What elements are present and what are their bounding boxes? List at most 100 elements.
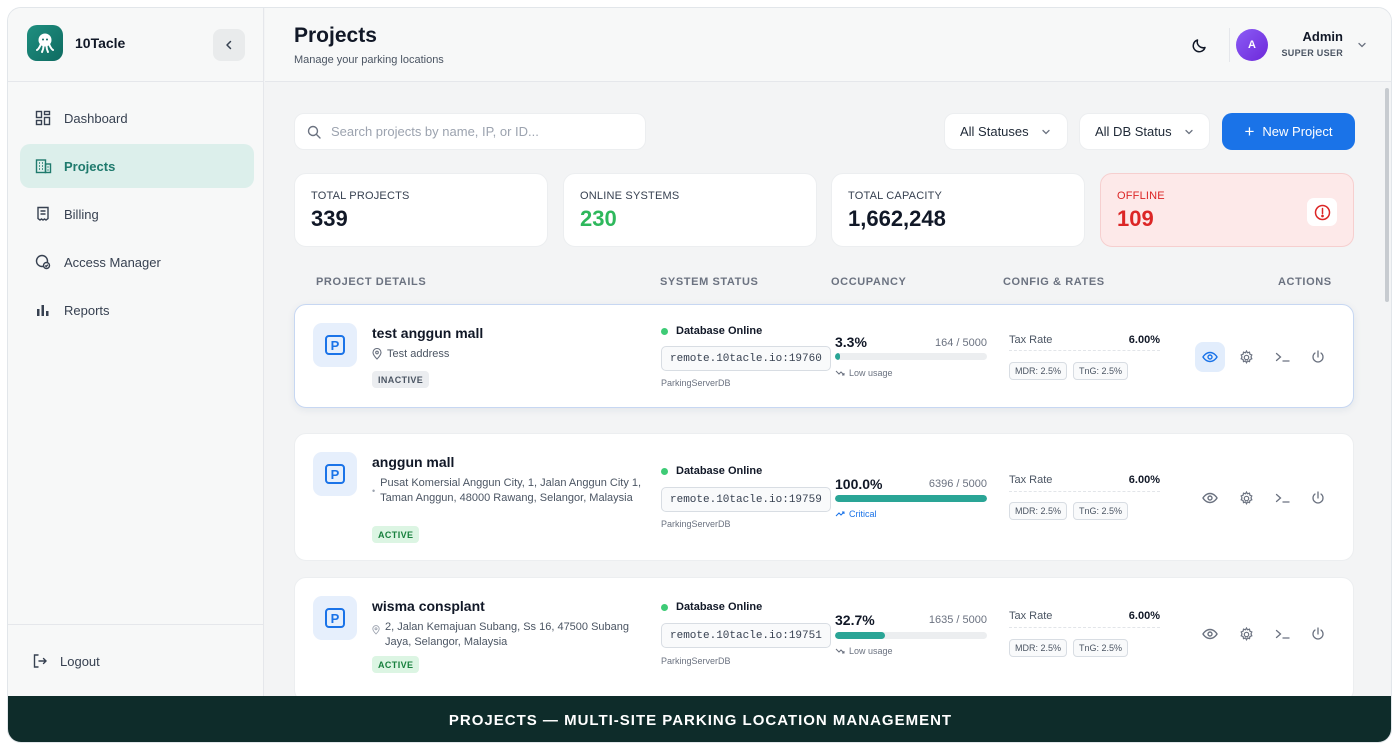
new-project-button[interactable]: + New Project <box>1222 113 1355 150</box>
user-name[interactable]: Admin <box>1303 29 1343 44</box>
occupancy-bar <box>835 495 987 502</box>
power-button[interactable] <box>1303 619 1333 649</box>
sidebar-item-dashboard[interactable]: Dashboard <box>20 96 254 140</box>
brand-name: 10Tacle <box>75 35 126 51</box>
status-filter-select[interactable]: All Statuses <box>944 113 1068 150</box>
db-endpoint: remote.10tacle.io:19760 <box>661 346 831 371</box>
occupancy-percent: 32.7% <box>835 612 875 628</box>
stat-value: 230 <box>580 206 617 231</box>
chevron-down-icon <box>1041 127 1051 137</box>
collapse-sidebar-button[interactable] <box>213 29 245 61</box>
db-endpoint: remote.10tacle.io:19751 <box>661 623 831 648</box>
online-dot <box>661 603 668 611</box>
main-content: All Statuses All DB Status + New Project… <box>265 83 1391 696</box>
db-name: ParkingServerDB <box>661 656 731 666</box>
gear-icon <box>1239 626 1253 641</box>
stat-label: TOTAL PROJECTS <box>311 190 410 202</box>
tax-rate: 6.00% <box>1128 334 1160 346</box>
sidebar-item-billing[interactable]: Billing <box>20 192 254 236</box>
sidebar-item-label: Reports <box>64 302 110 318</box>
sidebar-item-label: Billing <box>64 206 99 222</box>
project-card[interactable]: P anggun mall • Pusat Komersial Anggun C… <box>294 433 1354 561</box>
usage-note: Low usage <box>835 368 893 378</box>
project-name: anggun mall <box>372 454 455 470</box>
power-button[interactable] <box>1303 342 1333 372</box>
occupancy-count: 1635 / 5000 <box>928 614 987 626</box>
tax-divider <box>1009 350 1160 351</box>
terminal-button[interactable] <box>1267 483 1297 513</box>
db-status: Database Online <box>661 465 762 477</box>
sidebar-item-access-manager[interactable]: Access Manager <box>20 240 254 284</box>
scrollbar[interactable] <box>1385 88 1389 302</box>
new-project-label: New Project <box>1262 124 1333 139</box>
sidebar-item-label: Access Manager <box>64 254 161 270</box>
column-header-details: PROJECT DETAILS <box>316 276 427 288</box>
db-status: Database Online <box>661 325 762 337</box>
plus-icon: + <box>1244 122 1255 141</box>
page-title: Projects <box>294 24 377 47</box>
octopus-logo-icon <box>27 25 63 61</box>
terminal-button[interactable] <box>1267 342 1297 372</box>
sidebar-item-label: Projects <box>64 158 116 174</box>
chevron-left-icon <box>226 40 232 50</box>
occupancy-count: 6396 / 5000 <box>928 478 987 490</box>
chevron-down-icon[interactable] <box>1357 40 1367 50</box>
project-address: Test address <box>372 347 642 362</box>
project-card[interactable]: P wisma consplant 2, Jalan Kemajuan Suba… <box>294 577 1354 696</box>
settings-button[interactable] <box>1231 483 1261 513</box>
occupancy-bar-fill <box>835 632 885 639</box>
parking-icon: P <box>313 323 357 367</box>
project-address: • Pusat Komersial Anggun City, 1, Jalan … <box>372 477 642 504</box>
tax-rate: 6.00% <box>1128 610 1160 622</box>
building-icon <box>34 157 52 175</box>
stat-value: 339 <box>311 206 348 231</box>
terminal-button[interactable] <box>1267 619 1297 649</box>
db-name: ParkingServerDB <box>661 519 731 529</box>
sidebar-footer: Logout <box>8 624 264 696</box>
avatar[interactable]: A <box>1236 29 1268 61</box>
stat-offline[interactable]: OFFLINE 109 <box>1100 173 1354 247</box>
project-card[interactable]: P test anggun mall Test address INACTIVE… <box>294 304 1354 408</box>
settings-button[interactable] <box>1231 619 1261 649</box>
eye-icon <box>1202 351 1218 363</box>
column-header-actions: ACTIONS <box>1278 276 1332 288</box>
mdr-rate-chip: MDR: 2.5% <box>1009 362 1068 380</box>
db-filter-value: All DB Status <box>1095 124 1172 139</box>
dashboard-icon <box>34 109 52 127</box>
terminal-icon <box>1275 629 1290 639</box>
settings-button[interactable] <box>1231 342 1261 372</box>
search-icon <box>307 125 321 139</box>
receipt-icon <box>34 205 52 223</box>
eye-icon <box>1202 628 1218 640</box>
status-badge: ACTIVE <box>372 526 420 543</box>
db-status-filter-select[interactable]: All DB Status <box>1079 113 1210 150</box>
alert-icon <box>1307 198 1337 226</box>
logout-button[interactable]: Logout <box>32 653 100 669</box>
bar-chart-icon <box>34 301 52 319</box>
sidebar-nav: Dashboard Projects Billing Access Manage… <box>20 96 254 336</box>
view-button[interactable] <box>1195 619 1225 649</box>
search-input[interactable] <box>331 124 621 139</box>
view-button[interactable] <box>1195 342 1225 372</box>
occupancy-percent: 3.3% <box>835 334 867 350</box>
search-box <box>294 113 646 150</box>
tax-divider <box>1009 627 1160 628</box>
theme-toggle-button[interactable] <box>1188 34 1210 56</box>
view-button[interactable] <box>1195 483 1225 513</box>
sidebar-item-reports[interactable]: Reports <box>20 288 254 332</box>
power-icon <box>1312 491 1324 504</box>
page-header: Projects Manage your parking locations A… <box>265 8 1391 82</box>
tng-rate-chip: TnG: 2.5% <box>1073 639 1129 657</box>
mdr-rate-chip: MDR: 2.5% <box>1009 502 1068 520</box>
power-button[interactable] <box>1303 483 1333 513</box>
stat-label: ONLINE SYSTEMS <box>580 190 680 202</box>
terminal-icon <box>1275 493 1290 503</box>
gear-icon <box>1239 490 1253 505</box>
mdr-rate-chip: MDR: 2.5% <box>1009 639 1068 657</box>
power-icon <box>1312 350 1324 363</box>
map-pin-icon <box>372 348 382 360</box>
status-badge: INACTIVE <box>372 371 430 388</box>
status-badge: ACTIVE <box>372 656 420 673</box>
sidebar-item-projects[interactable]: Projects <box>20 144 254 188</box>
stat-online-systems: ONLINE SYSTEMS 230 <box>563 173 817 247</box>
